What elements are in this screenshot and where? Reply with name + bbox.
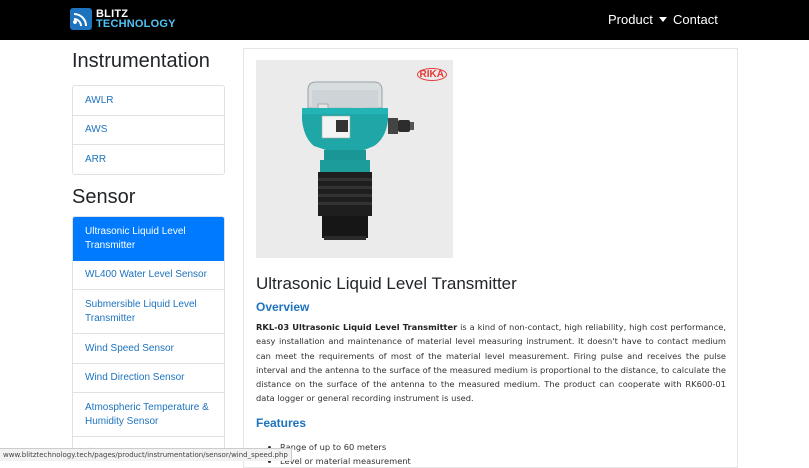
sidebar-item-atmospheric-temp-humidity[interactable]: Atmospheric Temperature & Humidity Senso… bbox=[73, 393, 224, 437]
feature-item: Range of up to 60 meters bbox=[280, 440, 411, 454]
sidebar-item-wind-speed[interactable]: Wind Speed Sensor bbox=[73, 334, 224, 364]
brand-line2: TECHNOLOGY bbox=[96, 19, 176, 29]
overview-product-name: RKL-03 Ultrasonic Liquid Level Transmitt… bbox=[256, 322, 457, 332]
feature-item: Level or material measurement bbox=[280, 454, 411, 468]
instrumentation-list: AWLR AWS ARR bbox=[72, 85, 225, 175]
sidebar-item-awlr[interactable]: AWLR bbox=[73, 86, 224, 116]
brand-name: BLITZ TECHNOLOGY bbox=[96, 9, 176, 29]
wifi-icon bbox=[70, 8, 92, 30]
sidebar-item-wl400-water-level[interactable]: WL400 Water Level Sensor bbox=[73, 261, 224, 290]
sidebar-item-submersible-liquid-level[interactable]: Submersible Liquid Level Transmitter bbox=[73, 290, 224, 334]
product-image: RIKA bbox=[256, 60, 453, 258]
sidebar-item-arr[interactable]: ARR bbox=[73, 145, 224, 174]
top-navbar: BLITZ TECHNOLOGY Product Contact bbox=[0, 0, 809, 40]
sensor-heading: Sensor bbox=[72, 186, 135, 209]
sensor-list: Ultrasonic Liquid Level Transmitter WL40… bbox=[72, 216, 225, 456]
status-bar-url: www.blitztechnology.tech/pages/product/i… bbox=[0, 448, 292, 461]
sidebar-item-ultrasonic-liquid-level[interactable]: Ultrasonic Liquid Level Transmitter bbox=[73, 217, 224, 261]
nav-product-label: Product bbox=[608, 12, 653, 27]
overview-paragraph: RKL-03 Ultrasonic Liquid Level Transmitt… bbox=[256, 320, 726, 406]
sidebar-item-wind-direction[interactable]: Wind Direction Sensor bbox=[73, 364, 224, 393]
overview-heading: Overview bbox=[256, 300, 309, 314]
nav-product-dropdown[interactable]: Product bbox=[608, 12, 667, 27]
overview-text: is a kind of non-contact, high reliabili… bbox=[256, 322, 726, 403]
sidebar-item-aws[interactable]: AWS bbox=[73, 116, 224, 145]
product-title: Ultrasonic Liquid Level Transmitter bbox=[256, 274, 517, 294]
nav-contact-link[interactable]: Contact bbox=[673, 12, 718, 27]
instrumentation-heading: Instrumentation bbox=[72, 50, 210, 73]
transmitter-illustration bbox=[256, 60, 453, 258]
brand-logo[interactable]: BLITZ TECHNOLOGY bbox=[70, 8, 170, 32]
features-heading: Features bbox=[256, 416, 306, 430]
caret-down-icon bbox=[659, 17, 667, 22]
